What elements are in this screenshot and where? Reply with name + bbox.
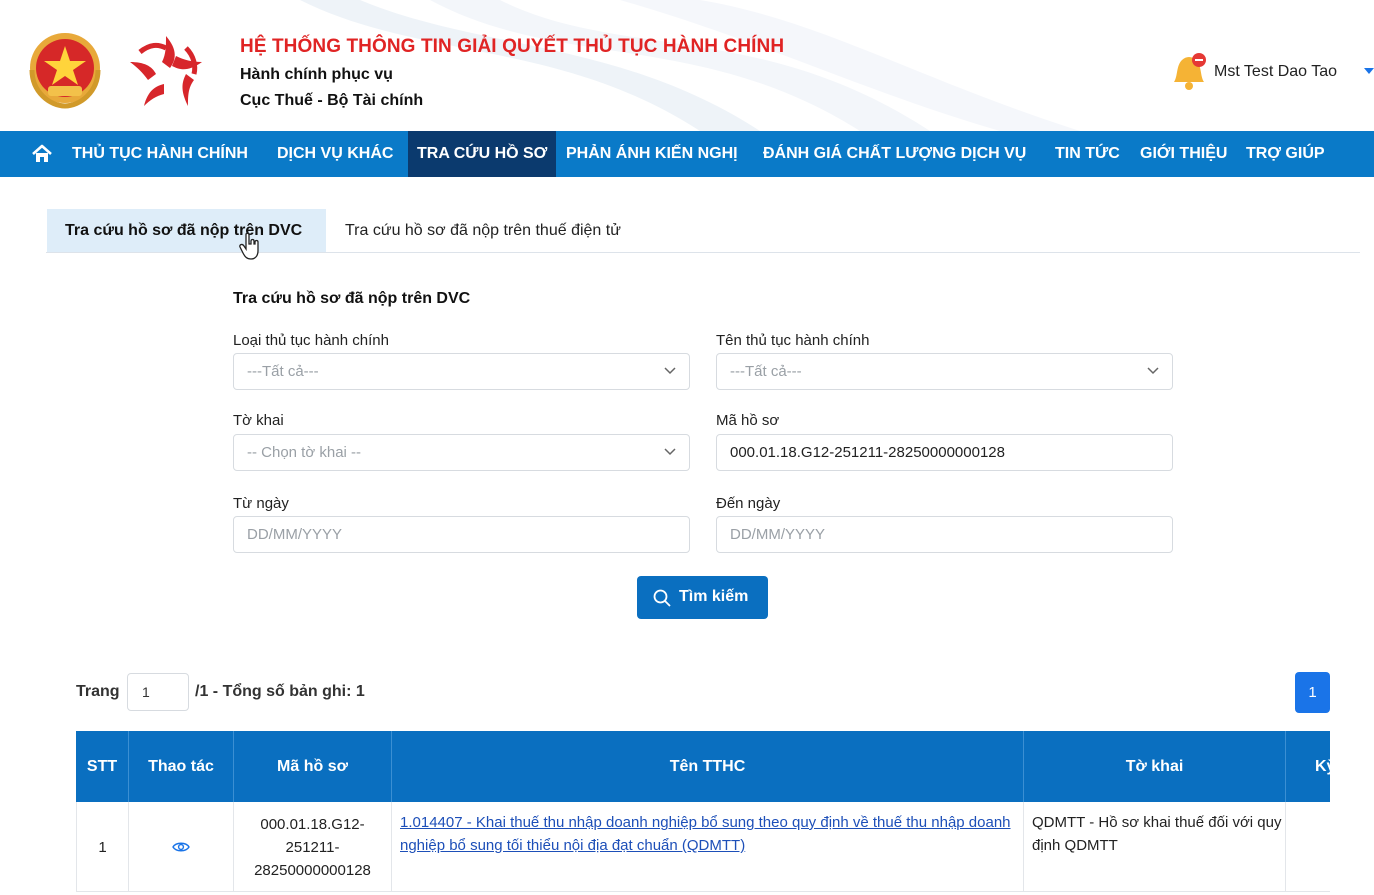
system-title: HỆ THỐNG THÔNG TIN GIẢI QUYẾT THỦ TỤC HÀ… [240, 36, 785, 57]
row-ten-tthc-cell: 1.014407 - Khai thuế thu nhập doanh nghi… [392, 802, 1024, 892]
col-ten-tthc: Tên TTHC [392, 731, 1024, 802]
nav-item-danh-gia-chat-luong[interactable]: ĐÁNH GIÁ CHẤT LƯỢNG DỊCH VỤ [763, 131, 1026, 177]
to-khai-value: -- Chọn tờ khai -- [247, 444, 362, 461]
row-ma-ho-so-cell: 000.01.18.G12-251211-28250000000128 [234, 802, 392, 892]
caret-down-icon[interactable] [1362, 66, 1374, 76]
search-button[interactable]: Tìm kiếm [637, 576, 768, 619]
col-ma-ho-so: Mã hồ sơ [234, 731, 392, 802]
nav-item-thu-tuc-hanh-chinh[interactable]: THỦ TỤC HÀNH CHÍNH [72, 131, 248, 177]
tab-thue-dien-tu[interactable]: Tra cứu hồ sơ đã nộp trên thuế điện tử [345, 209, 621, 252]
table-header: STT Thao tác Mã hồ sơ Tên TTHC Tờ khai K… [76, 731, 1330, 802]
row-to-khai-cell: QDMTT - Hồ sơ khai thuế đối với quy định… [1024, 802, 1286, 892]
tu-ngay-label: Từ ngày [233, 495, 289, 512]
den-ngay-input[interactable]: DD/MM/YYYY [716, 516, 1173, 553]
page-input[interactable]: 1 [127, 673, 189, 711]
col-stt: STT [76, 731, 129, 802]
eye-icon[interactable] [172, 841, 190, 853]
ten-tthc-value: ---Tất cả--- [730, 363, 802, 380]
ten-tthc-select[interactable]: ---Tất cả--- [716, 353, 1173, 390]
ma-ho-so-label: Mã hồ sơ [716, 412, 780, 429]
nav-item-tro-giup[interactable]: TRỢ GIÚP [1246, 131, 1325, 177]
nav-item-phan-anh-kien-nghi[interactable]: PHẢN ÁNH KIẾN NGHỊ [566, 131, 738, 177]
row-ma-ho-so: 000.01.18.G12-251211-28250000000128 [254, 815, 371, 879]
den-ngay-label: Đến ngày [716, 495, 781, 512]
search-button-label: Tìm kiếm [679, 588, 749, 605]
ten-tthc-label: Tên thủ tục hành chính [716, 332, 870, 349]
nav-item-tin-tuc[interactable]: TIN TỨC [1055, 131, 1120, 177]
bell-icon[interactable] [1168, 48, 1208, 92]
table-row: 1 000.01.18.G12-251211-28250000000128 1.… [76, 802, 1330, 892]
page-label: Trang [76, 683, 120, 700]
form-title: Tra cứu hồ sơ đã nộp trên DVC [233, 290, 471, 307]
nav-item-dich-vu-khac[interactable]: DỊCH VỤ KHÁC [277, 131, 393, 177]
row-action [129, 802, 234, 892]
search-icon [653, 589, 671, 607]
row-ten-tthc-link[interactable]: 1.014407 - Khai thuế thu nhập doanh nghi… [400, 811, 1015, 857]
to-khai-select[interactable]: -- Chọn tờ khai -- [233, 434, 690, 471]
loai-tthc-select[interactable]: ---Tất cả--- [233, 353, 690, 390]
tu-ngay-input[interactable]: DD/MM/YYYY [233, 516, 690, 553]
main-nav: THỦ TỤC HÀNH CHÍNH DỊCH VỤ KHÁC TRA CỨU … [0, 131, 1374, 177]
home-icon[interactable] [30, 142, 54, 166]
user-menu[interactable]: Mst Test Dao Tao [1214, 63, 1337, 81]
chevron-down-icon [1147, 367, 1159, 375]
nav-item-gioi-thieu[interactable]: GIỚI THIỆU [1140, 131, 1227, 177]
chevron-down-icon [664, 367, 676, 375]
row-stt: 1 [76, 802, 129, 892]
star-logo-icon [130, 36, 202, 106]
site-header: HỆ THỐNG THÔNG TIN GIẢI QUYẾT THỦ TỤC HÀ… [0, 0, 1374, 131]
chevron-down-icon [664, 448, 676, 456]
loai-tthc-value: ---Tất cả--- [247, 363, 319, 380]
page-button-1[interactable]: 1 [1295, 672, 1330, 713]
col-thao-tac: Thao tác [129, 731, 234, 802]
hand-cursor-icon [239, 232, 259, 260]
header-subtitle: Hành chính phục vụ [240, 66, 393, 83]
ma-ho-so-input[interactable]: 000.01.18.G12-251211-28250000000128 [716, 434, 1173, 471]
col-to-khai: Tờ khai [1024, 731, 1286, 802]
nav-item-tra-cuu-ho-so[interactable]: TRA CỨU HỒ SƠ [408, 131, 557, 177]
national-emblem-icon [29, 33, 101, 109]
header-organization: Cục Thuế - Bộ Tài chính [240, 92, 424, 109]
total-records: /1 - Tổng số bản ghi: 1 [195, 683, 365, 700]
loai-tthc-label: Loại thủ tục hành chính [233, 332, 389, 349]
tab-dvc[interactable]: Tra cứu hồ sơ đã nộp trên DVC [47, 209, 326, 252]
row-to-khai: QDMTT - Hồ sơ khai thuế đối với quy định… [1032, 814, 1282, 854]
col-ky: Kỳ [1315, 758, 1330, 775]
results-table: STT Thao tác Mã hồ sơ Tên TTHC Tờ khai K… [76, 731, 1330, 895]
to-khai-label: Tờ khai [233, 412, 284, 429]
